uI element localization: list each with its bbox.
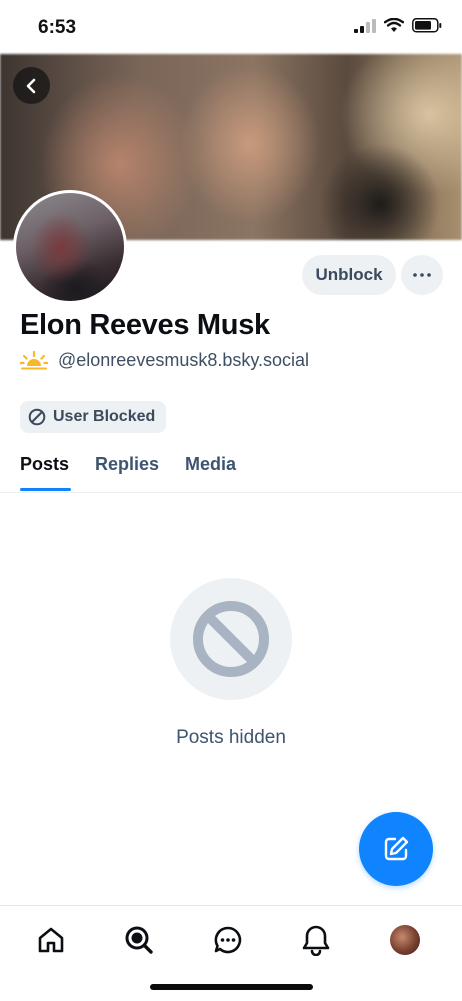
wifi-icon xyxy=(384,18,404,32)
profile-tabs: Posts Replies Media xyxy=(0,440,462,493)
block-icon xyxy=(193,601,269,677)
user-handle[interactable]: @elonreevesmusk8.bsky.social xyxy=(58,350,309,371)
home-icon xyxy=(38,927,64,953)
status-icons xyxy=(354,18,442,33)
empty-state-icon-container xyxy=(170,578,292,700)
bell-icon xyxy=(302,925,330,956)
nav-search[interactable] xyxy=(121,922,157,958)
active-tab-indicator xyxy=(20,488,71,491)
home-indicator xyxy=(150,984,313,990)
unblock-button[interactable]: Unblock xyxy=(302,255,396,295)
search-icon xyxy=(125,926,153,954)
nav-home[interactable] xyxy=(33,922,69,958)
display-name: Elon Reeves Musk xyxy=(20,309,270,341)
chat-icon xyxy=(214,926,242,954)
blocked-badge-label: User Blocked xyxy=(53,408,156,425)
ellipsis-icon xyxy=(413,273,431,277)
nav-chat[interactable] xyxy=(210,922,246,958)
tab-posts[interactable]: Posts xyxy=(20,454,69,475)
block-icon xyxy=(28,408,46,426)
tab-replies[interactable]: Replies xyxy=(95,454,159,475)
profile-avatar[interactable] xyxy=(13,190,127,304)
nav-profile-avatar xyxy=(390,925,420,955)
status-bar: 6:53 xyxy=(0,0,462,54)
tab-media[interactable]: Media xyxy=(185,454,236,475)
sunrise-emoji-icon xyxy=(20,350,48,369)
signal-icon xyxy=(354,18,376,33)
compose-icon xyxy=(384,836,409,861)
battery-icon xyxy=(412,18,442,33)
back-button[interactable] xyxy=(13,67,50,104)
user-blocked-badge: User Blocked xyxy=(20,401,167,433)
empty-state-message: Posts hidden xyxy=(176,727,286,748)
nav-notifications[interactable] xyxy=(298,922,334,958)
compose-button[interactable] xyxy=(359,812,433,886)
chevron-left-icon xyxy=(26,78,35,93)
status-time: 6:53 xyxy=(38,17,77,38)
nav-profile[interactable] xyxy=(387,922,423,958)
handle-row: @elonreevesmusk8.bsky.social xyxy=(20,350,309,371)
more-options-button[interactable] xyxy=(401,255,443,295)
